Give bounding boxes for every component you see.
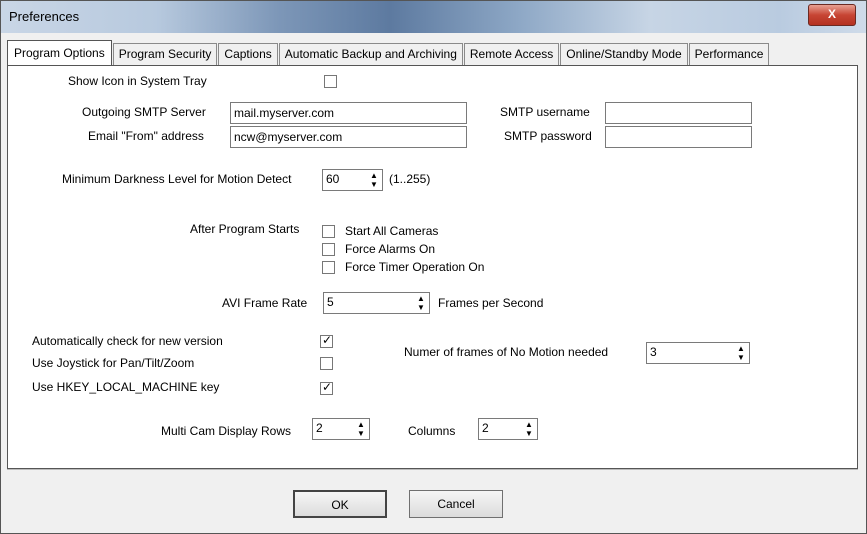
check-icon: ✓	[322, 380, 333, 394]
dialog-client: Program Options Program Security Caption…	[7, 33, 858, 526]
ok-button[interactable]: OK	[293, 490, 387, 518]
smtp-server-label: Outgoing SMTP Server	[82, 105, 206, 119]
tab-automatic-backup[interactable]: Automatic Backup and Archiving	[278, 43, 463, 65]
spin-up-icon[interactable]: ▲	[354, 420, 368, 429]
spin-up-icon[interactable]: ▲	[734, 344, 748, 353]
force-alarms-checkbox[interactable]	[322, 243, 335, 256]
cancel-button[interactable]: Cancel	[409, 490, 503, 518]
auto-check-label: Automatically check for new version	[32, 334, 223, 348]
start-all-cameras-checkbox[interactable]	[322, 225, 335, 238]
after-start-label: After Program Starts	[190, 222, 300, 236]
force-timer-label: Force Timer Operation On	[345, 260, 485, 274]
smtp-username-input[interactable]	[605, 102, 752, 124]
no-motion-spinner[interactable]: 3 ▲ ▼	[646, 342, 750, 364]
check-icon: ✓	[322, 333, 333, 347]
no-motion-label: Numer of frames of No Motion needed	[404, 345, 609, 359]
darkness-label: Minimum Darkness Level for Motion Detect	[62, 172, 292, 186]
tab-captions[interactable]: Captions	[218, 43, 278, 65]
avi-rate-value: 5	[327, 295, 334, 309]
spin-up-icon[interactable]: ▲	[414, 294, 428, 303]
columns-spinner[interactable]: 2 ▲ ▼	[478, 418, 538, 440]
columns-label: Columns	[408, 424, 456, 438]
spin-down-icon[interactable]: ▼	[734, 353, 748, 362]
hkey-checkbox[interactable]: ✓	[320, 380, 333, 395]
tab-strip: Program Options Program Security Caption…	[7, 40, 770, 65]
columns-value: 2	[482, 421, 489, 435]
button-bar: OK Cancel	[7, 469, 858, 526]
rows-spinner[interactable]: 2 ▲ ▼	[312, 418, 370, 440]
avi-rate-label: AVI Frame Rate	[222, 296, 308, 310]
tab-performance[interactable]: Performance	[688, 43, 770, 65]
email-from-input[interactable]: ncw@myserver.com	[230, 126, 467, 148]
darkness-value: 60	[326, 172, 340, 186]
start-all-cameras-label: Start All Cameras	[345, 224, 439, 238]
smtp-server-input[interactable]: mail.myserver.com	[230, 102, 467, 124]
show-icon-label: Show Icon in System Tray	[68, 74, 207, 88]
smtp-password-label: SMTP password	[504, 129, 592, 143]
darkness-spinner[interactable]: 60 ▲ ▼	[322, 169, 383, 191]
auto-check-checkbox[interactable]: ✓	[320, 333, 333, 348]
avi-rate-spinner[interactable]: 5 ▲ ▼	[323, 292, 430, 314]
fps-label: Frames per Second	[438, 296, 544, 310]
force-timer-checkbox[interactable]	[322, 261, 335, 274]
smtp-password-input[interactable]	[605, 126, 752, 148]
program-options-panel: Show Icon in System Tray Outgoing SMTP S…	[7, 65, 858, 469]
window-title: Preferences	[9, 9, 80, 24]
joystick-checkbox[interactable]	[320, 357, 333, 370]
hkey-label: Use HKEY_LOCAL_MACHINE key	[32, 380, 220, 394]
spin-down-icon[interactable]: ▼	[522, 429, 536, 438]
rows-value: 2	[316, 421, 323, 435]
email-from-label: Email "From" address	[88, 129, 204, 143]
tab-program-security[interactable]: Program Security	[112, 43, 218, 65]
force-alarms-label: Force Alarms On	[345, 242, 436, 256]
tab-remote-access[interactable]: Remote Access	[463, 43, 560, 65]
no-motion-value: 3	[650, 345, 657, 359]
close-button[interactable]: X	[808, 4, 856, 26]
spin-up-icon[interactable]: ▲	[522, 420, 536, 429]
title-bar[interactable]: Preferences X	[1, 1, 866, 33]
joystick-label: Use Joystick for Pan/Tilt/Zoom	[32, 356, 195, 370]
darkness-range: (1..255)	[389, 172, 431, 186]
preferences-window: Preferences X Program Options Program Se…	[0, 0, 867, 534]
tab-program-options[interactable]: Program Options	[7, 40, 112, 65]
spin-down-icon[interactable]: ▼	[367, 180, 381, 189]
rows-label: Multi Cam Display Rows	[161, 424, 292, 438]
spin-down-icon[interactable]: ▼	[354, 429, 368, 438]
smtp-username-label: SMTP username	[500, 105, 590, 119]
spin-down-icon[interactable]: ▼	[414, 303, 428, 312]
tab-online-standby[interactable]: Online/Standby Mode	[560, 43, 688, 65]
spin-up-icon[interactable]: ▲	[367, 171, 381, 180]
show-icon-checkbox[interactable]	[324, 75, 337, 88]
